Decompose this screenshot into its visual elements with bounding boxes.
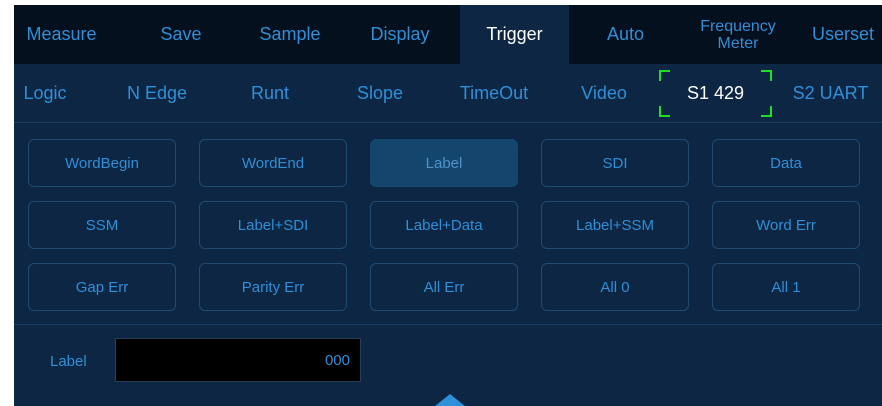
trigger-type-bar: Logic N Edge Runt Slope TimeOut Video S1… xyxy=(14,64,882,122)
option-all-0[interactable]: All 0 xyxy=(541,263,689,311)
divider-bottom xyxy=(14,324,882,325)
tab-sample[interactable]: Sample xyxy=(239,5,341,64)
subtab-video[interactable]: Video xyxy=(554,64,654,122)
option-sdi[interactable]: SDI xyxy=(541,139,689,187)
tab-measure[interactable]: Measure xyxy=(14,5,109,64)
divider-top xyxy=(14,122,882,123)
tab-userset[interactable]: Userset xyxy=(804,5,882,64)
trigger-panel: Measure Save Sample Display Trigger Auto… xyxy=(14,5,882,406)
option-all-1[interactable]: All 1 xyxy=(712,263,860,311)
subtab-runt[interactable]: Runt xyxy=(220,64,320,122)
option-label-sdi[interactable]: Label+SDI xyxy=(199,201,347,249)
focus-corner-top-left xyxy=(659,70,670,81)
focus-corner-bottom-left xyxy=(659,106,670,117)
option-label-data[interactable]: Label+Data xyxy=(370,201,518,249)
main-menu-bar: Measure Save Sample Display Trigger Auto… xyxy=(14,5,882,64)
subtab-logic[interactable]: Logic xyxy=(14,64,76,122)
focus-corner-bottom-right xyxy=(761,106,772,117)
option-parity-err[interactable]: Parity Err xyxy=(199,263,347,311)
focus-corner-top-right xyxy=(761,70,772,81)
option-label[interactable]: Label xyxy=(370,139,518,187)
subtab-s2-uart[interactable]: S2 UART xyxy=(779,64,882,122)
tab-trigger[interactable]: Trigger xyxy=(460,5,569,64)
subtab-slope[interactable]: Slope xyxy=(330,64,430,122)
option-wordend[interactable]: WordEnd xyxy=(199,139,347,187)
option-wordbegin[interactable]: WordBegin xyxy=(28,139,176,187)
subtab-timeout[interactable]: TimeOut xyxy=(442,64,546,122)
option-ssm[interactable]: SSM xyxy=(28,201,176,249)
up-triangle-icon[interactable] xyxy=(435,394,465,406)
option-gap-err[interactable]: Gap Err xyxy=(28,263,176,311)
tab-display[interactable]: Display xyxy=(350,5,450,64)
tab-frequency-meter-line2: Meter xyxy=(717,34,759,52)
option-all-err[interactable]: All Err xyxy=(370,263,518,311)
focus-frame xyxy=(659,70,772,117)
tab-save[interactable]: Save xyxy=(126,5,236,64)
option-data[interactable]: Data xyxy=(712,139,860,187)
label-field-caption: Label xyxy=(50,353,87,370)
tab-frequency-meter-line1: Frequency xyxy=(700,17,776,35)
tab-frequency-meter[interactable]: Frequency Meter xyxy=(678,5,798,64)
subtab-n-edge[interactable]: N Edge xyxy=(104,64,210,122)
label-value-input[interactable]: 000 xyxy=(115,338,361,382)
option-word-err[interactable]: Word Err xyxy=(712,201,860,249)
option-label-ssm[interactable]: Label+SSM xyxy=(541,201,689,249)
tab-auto[interactable]: Auto xyxy=(569,5,682,64)
